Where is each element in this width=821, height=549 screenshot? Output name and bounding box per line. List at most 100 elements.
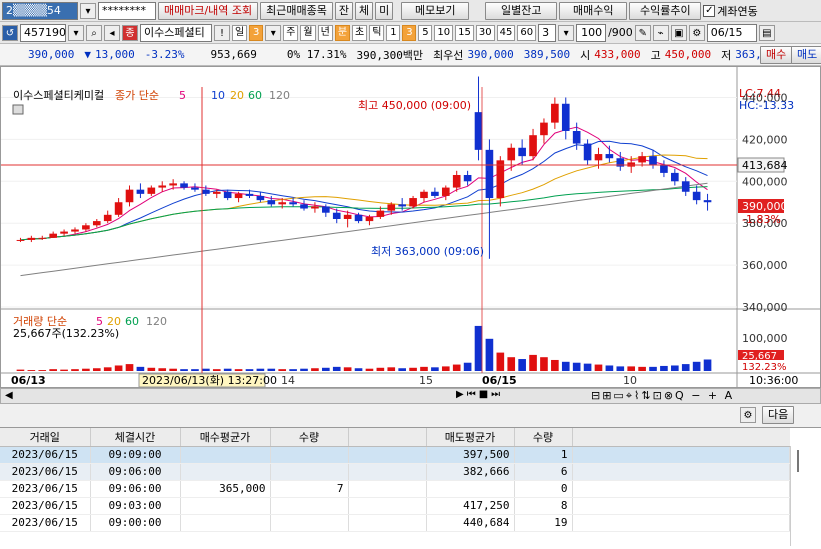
balance-button[interactable]: 잔 — [334, 1, 354, 20]
interval-30[interactable]: 30 — [475, 24, 495, 41]
table-cell: 09:03:00 — [90, 497, 181, 515]
buy-button[interactable]: 매수 — [760, 46, 793, 64]
period-dropdown-icon[interactable]: ▾ — [265, 24, 282, 41]
table-toggle-icon[interactable] — [12, 104, 24, 115]
interval-60[interactable]: 60 — [517, 24, 537, 41]
candle-body — [300, 204, 308, 209]
table-row[interactable]: 2023/06/15 09:06:00 382,666 6 — [0, 463, 790, 481]
table-cell — [348, 446, 427, 464]
candle-body — [180, 183, 188, 188]
period-day[interactable]: 일 — [232, 24, 248, 41]
profit-button[interactable]: 매매수익 — [559, 1, 628, 20]
interval-15[interactable]: 15 — [455, 24, 474, 41]
sell-button[interactable]: 매도 — [791, 46, 821, 64]
search-icon[interactable]: ⌕ — [86, 24, 102, 41]
account-dropdown-icon[interactable]: ▾ — [80, 2, 96, 19]
interval-1[interactable]: 1 — [386, 24, 401, 41]
memo-button[interactable]: 메모보기 — [401, 1, 470, 20]
unfilled-button[interactable]: 미 — [375, 1, 394, 20]
chart-scrollbar[interactable]: ◀ ▶⏮■⏭ ⊟⊞▭⌖⌇⇅⊡⊗Q − + A — [0, 388, 821, 404]
code-dropdown-icon[interactable]: ▾ — [68, 24, 84, 41]
table-row[interactable]: 2023/06/15 09:00:00 440,684 19 — [0, 514, 790, 532]
stock-code-input[interactable]: 457190 — [20, 23, 66, 42]
candle-body — [474, 112, 483, 150]
profit-trend-button[interactable]: 수익률추이 — [629, 1, 702, 20]
account-select[interactable]: 2▒▒▒▒54 — [2, 1, 78, 20]
save-icon[interactable]: ▣ — [670, 24, 687, 41]
daily-balance-button[interactable]: 일별잔고 — [485, 1, 558, 20]
table-row[interactable]: 2023/06/15 09:09:00 397,500 1 — [0, 446, 790, 464]
interval-10[interactable]: 10 — [434, 24, 454, 41]
period-tick[interactable]: 틱 — [369, 24, 385, 41]
interval-45[interactable]: 45 — [496, 24, 516, 41]
volume-bar — [529, 354, 537, 371]
volume-bar — [343, 367, 352, 371]
table-row[interactable]: 2023/06/15 09:06:00 365,000 7 0 — [0, 480, 790, 498]
grid-toolbar: ⚙ 다음 — [0, 404, 821, 427]
quote-bar: 390,000 ▼ 13,000 -3.23% 953,669 0% 17.31… — [0, 44, 821, 66]
candle-body — [158, 185, 167, 188]
candle-body — [82, 225, 90, 230]
table-header: 거래일 체결시간 매수평균가 수량 매도평균가 수량 — [0, 428, 790, 447]
price-tick: 400,000 — [742, 175, 788, 188]
gear-icon[interactable]: ⚙ — [688, 24, 705, 41]
candle-body — [256, 195, 265, 201]
filled-button[interactable]: 체 — [355, 1, 374, 20]
period-month[interactable]: 월 — [300, 24, 316, 41]
volume-bar — [16, 369, 25, 371]
tool-icon[interactable]: ✎ — [634, 24, 651, 41]
candle-body — [496, 160, 505, 199]
table-row[interactable]: 2023/06/15 09:03:00 417,250 8 — [0, 497, 790, 515]
candle-body — [278, 202, 287, 205]
period-number[interactable]: 3 — [249, 24, 264, 41]
next-button[interactable]: 다음 — [762, 406, 795, 424]
period-year[interactable]: 년 — [317, 24, 333, 41]
account-toolbar: 2▒▒▒▒54 ▾ ******** 매매마크/내역 조회 최근매매종목 잔 체… — [0, 0, 821, 22]
recent-items-button[interactable]: 최근매매종목 — [260, 1, 333, 20]
settings-icon[interactable]: ⚙ — [740, 407, 756, 423]
zoom-tools[interactable]: ⊟⊞▭⌖⌇⇅⊡⊗Q − + A — [591, 389, 734, 403]
interval-3[interactable]: 3 — [402, 24, 417, 41]
scroll-left-icon[interactable]: ◀ — [5, 390, 13, 401]
interval-5[interactable]: 5 — [418, 24, 433, 41]
candle-body — [540, 122, 548, 136]
volume-bar — [551, 359, 559, 371]
volume-bar — [71, 369, 79, 371]
link-icon[interactable]: ↺ — [2, 24, 18, 41]
period-second[interactable]: 초 — [352, 24, 368, 41]
volume-bar — [147, 367, 156, 371]
high-price: 450,000 — [664, 48, 712, 61]
vertical-scrollbar[interactable] — [790, 446, 804, 546]
trade-mark-button[interactable]: 매매마크/내역 조회 — [158, 1, 259, 20]
candle-body — [245, 193, 254, 196]
password-field[interactable]: ******** — [98, 1, 156, 20]
table-cell: 09:09:00 — [90, 446, 181, 464]
period-minute[interactable]: 분 — [334, 24, 351, 41]
bid1: 390,000 — [467, 48, 514, 61]
volume-bar — [616, 366, 625, 371]
date-field[interactable]: 06/15 — [706, 23, 757, 42]
speaker-icon[interactable]: ◂ — [104, 24, 120, 41]
calendar-icon[interactable]: ▤ — [758, 24, 775, 41]
linked-checkbox[interactable]: ✓ 계좌연동 — [703, 3, 758, 19]
chart-icon[interactable]: ⌁ — [652, 24, 669, 41]
alert-icon[interactable]: ! — [214, 24, 230, 41]
col-time: 체결시간 — [90, 428, 181, 447]
candlestick-chart[interactable]: 이수스페셜티케미컬 종가 단순 5 10 20 60 120 LC:7.44 H… — [1, 67, 820, 387]
volume-bar — [311, 368, 319, 371]
chart-legend-ma: 종가 단순 — [115, 89, 159, 102]
volume-bar — [583, 363, 592, 371]
volume-bar — [332, 366, 341, 371]
open-label: 시 — [580, 48, 591, 62]
table-cell — [180, 463, 271, 481]
low-label: 저 — [721, 48, 732, 62]
count-input[interactable]: 100 — [576, 23, 607, 42]
interval-select[interactable]: 3 — [538, 23, 557, 42]
chart-legend-name: 이수스페셜티케미컬 — [13, 89, 104, 102]
candle-body — [169, 183, 177, 186]
chart-area[interactable]: 이수스페셜티케미컬 종가 단순 5 10 20 60 120 LC:7.44 H… — [0, 66, 821, 388]
playback-controls[interactable]: ▶⏮■⏭ — [456, 389, 503, 400]
candle-body — [16, 239, 25, 241]
period-week[interactable]: 주 — [283, 24, 299, 41]
interval-dropdown-icon[interactable]: ▾ — [558, 24, 575, 41]
